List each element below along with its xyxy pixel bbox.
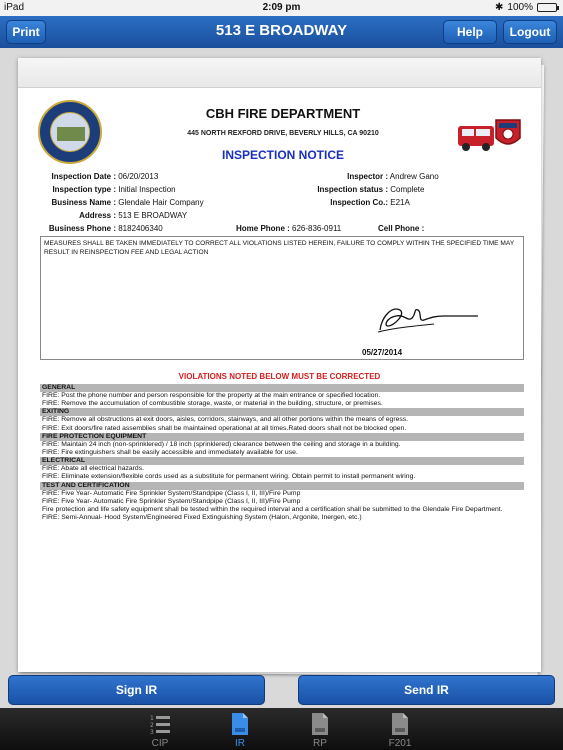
- tab-ir[interactable]: IR: [210, 710, 270, 750]
- cell-phone-label: Cell Phone :: [378, 224, 425, 233]
- tab-label: RP: [313, 738, 327, 749]
- fire-truck-logo: [458, 119, 521, 151]
- department-address: 445 NORTH REXFORD DRIVE, BEVERLY HILLS, …: [187, 130, 379, 137]
- violation-item: FIRE: Exit doors/fire rated assemblies s…: [42, 424, 407, 432]
- inspection-type-label: Inspection type :: [52, 185, 116, 194]
- home-phone-value: 626-836-0911: [292, 224, 342, 233]
- nav-bar: Print 513 E BROADWAY Help Logout: [0, 16, 563, 48]
- inspection-co-value: E21A: [390, 198, 410, 207]
- inspector-field: Inspector : Andrew Gano: [308, 172, 439, 181]
- violations-heading: VIOLATIONS NOTED BELOW MUST BE CORRECTED: [178, 372, 381, 381]
- signature-date: 05/27/2014: [362, 348, 403, 357]
- svg-text:2: 2: [150, 722, 154, 729]
- help-button[interactable]: Help: [443, 20, 497, 44]
- bluetooth-icon: ✱: [495, 2, 504, 13]
- status-bar: iPad 2:09 pm ✱ 100%: [0, 0, 563, 16]
- notice-text: MEASURES SHALL BE TAKEN IMMEDIATELY TO C…: [44, 240, 515, 256]
- notice-title: INSPECTION NOTICE: [221, 148, 344, 162]
- home-phone-field: Home Phone : 626-836-0911: [236, 224, 341, 233]
- inspector-value: Andrew Gano: [389, 172, 439, 181]
- business-name-label: Business Name :: [51, 198, 116, 207]
- inspection-status-field: Inspection status : Complete: [308, 185, 424, 194]
- business-phone-value: 8182406340: [118, 224, 163, 233]
- battery-icon: [537, 3, 559, 12]
- violation-category: ELECTRICAL: [40, 457, 524, 466]
- business-name-field: Business Name : Glendale Hair Company: [28, 198, 204, 207]
- violation-item: FIRE: Semi-Annual- Hood System/Engineere…: [42, 514, 362, 522]
- violation-item: FIRE: Five Year- Automatic Fire Sprinkle…: [42, 489, 301, 497]
- tab-label: IR: [235, 738, 245, 749]
- inspection-date-label: Inspection Date :: [51, 172, 116, 181]
- cell-phone-field: Cell Phone :: [378, 224, 424, 233]
- svg-text:1: 1: [150, 715, 154, 722]
- document-icon: [312, 713, 328, 735]
- violation-item: FIRE: Eliminate extension/flexible cords…: [42, 473, 416, 481]
- violation-category: TEST AND CERTIFICATION: [40, 481, 524, 490]
- inspection-status-value: Complete: [390, 185, 425, 194]
- inspection-co-label: Inspection Co.:: [330, 198, 388, 207]
- violation-item: FIRE: Post the phone number and person r…: [42, 392, 381, 399]
- violation-item: FIRE: Remove all obstructions at exit do…: [42, 416, 409, 424]
- violation-item: FIRE: Remove the accumulation of combust…: [42, 400, 383, 408]
- violation-item: FIRE: Maintain 24 inch (non-sprinklered)…: [42, 440, 401, 448]
- paper-header-strip: [18, 58, 541, 88]
- send-ir-button[interactable]: Send IR: [298, 675, 555, 705]
- tab-label: CIP: [151, 738, 169, 749]
- violation-item: FIRE: Abate all electrical hazards.: [42, 465, 144, 473]
- city-seal-logo: [38, 100, 102, 164]
- address-value: 513 E BROADWAY: [118, 211, 188, 220]
- tab-cip[interactable]: 1 2 3 CIP: [130, 710, 190, 750]
- inspector-label: Inspector :: [347, 172, 388, 181]
- violation-item: FIRE: Five Year- Automatic Fire Sprinkle…: [42, 497, 301, 505]
- status-time: 2:09 pm: [262, 2, 301, 13]
- business-phone-field: Business Phone : 8182406340: [28, 224, 163, 233]
- document-icon: [232, 713, 248, 735]
- document-icon: [392, 713, 408, 735]
- tab-bar: 1 2 3 CIP IR RP F201: [0, 708, 563, 750]
- tab-f201[interactable]: F201: [370, 710, 430, 750]
- svg-text:3: 3: [150, 729, 154, 736]
- address-field: Address : 513 E BROADWAY: [28, 211, 187, 220]
- business-name-value: Glendale Hair Company: [118, 198, 204, 207]
- business-phone-label: Business Phone :: [48, 224, 116, 233]
- logout-button[interactable]: Logout: [503, 20, 557, 44]
- violation-category: GENERAL: [40, 384, 524, 392]
- list-icon: 1 2 3: [150, 715, 170, 736]
- inspection-co-field: Inspection Co.: E21A: [308, 198, 410, 207]
- tab-label: F201: [388, 738, 412, 749]
- department-name: CBH FIRE DEPARTMENT: [205, 106, 361, 121]
- inspection-type-value: Initial Inspection: [118, 185, 176, 194]
- address-label: Address :: [79, 211, 116, 220]
- tab-rp[interactable]: RP: [290, 710, 350, 750]
- status-right: ✱ 100%: [495, 2, 559, 13]
- violation-item: Fire protection and life safety equipmen…: [42, 506, 503, 514]
- sign-ir-button[interactable]: Sign IR: [8, 675, 265, 705]
- violation-category: EXITING: [40, 408, 524, 417]
- inspection-date-field: Inspection Date : 06/20/2013: [28, 172, 159, 181]
- violation-item: FIRE: Fire extinguishers shall be easily…: [42, 449, 298, 457]
- home-phone-label: Home Phone :: [236, 224, 290, 233]
- inspection-date-value: 06/20/2013: [118, 172, 159, 181]
- inspection-document[interactable]: CBH FIRE DEPARTMENT 445 NORTH REXFORD DR…: [18, 58, 541, 672]
- battery-percent: 100%: [507, 2, 533, 13]
- inspection-status-label: Inspection status :: [317, 185, 388, 194]
- violations-list: GENERAL FIRE: Post the phone number and …: [40, 384, 524, 522]
- signature-image: [377, 308, 478, 333]
- violation-category: FIRE PROTECTION EQUIPMENT: [40, 432, 524, 441]
- inspection-type-field: Inspection type : Initial Inspection: [28, 185, 176, 194]
